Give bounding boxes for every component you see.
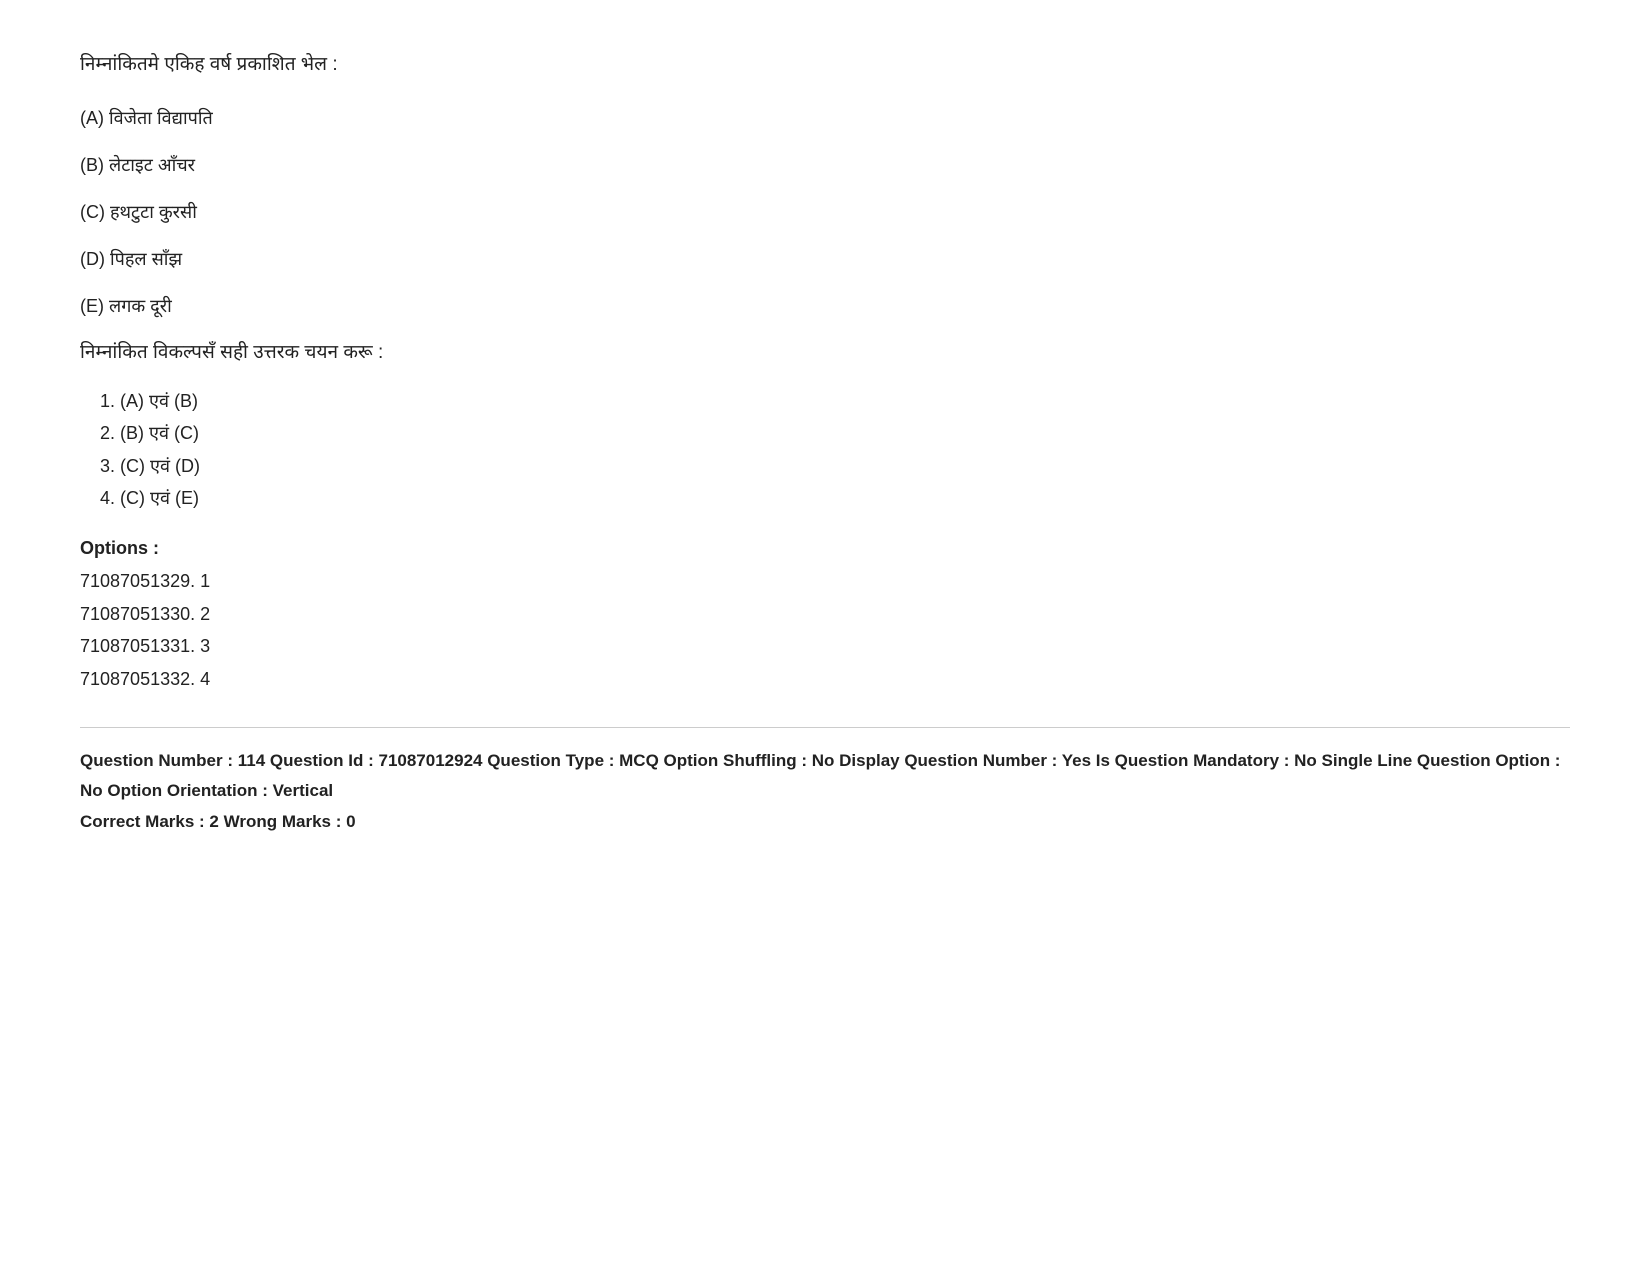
option-a: (A) विजेता विद्यापति (80, 104, 1570, 133)
numbered-option-1: 1. (A) एवं (B) (100, 385, 1570, 417)
option-d: (D) पिहल साँझ (80, 245, 1570, 274)
meta-line1: Question Number : 114 Question Id : 7108… (80, 746, 1570, 807)
meta-info-block: Question Number : 114 Question Id : 7108… (80, 727, 1570, 838)
numbered-option-4: 4. (C) एवं (E) (100, 482, 1570, 514)
sub-question-text: निम्नांकित विकल्पसँ सही उत्तरक चयन करू : (80, 338, 1570, 368)
numbered-option-2: 2. (B) एवं (C) (100, 417, 1570, 449)
option-b: (B) लेटाइट आँचर (80, 151, 1570, 180)
options-label: Options : (80, 538, 1570, 559)
answer-option-3: 71087051331. 3 (80, 630, 1570, 662)
marks-info: Correct Marks : 2 Wrong Marks : 0 (80, 807, 1570, 838)
answer-option-1: 71087051329. 1 (80, 565, 1570, 597)
option-e: (E) लगक दूरी (80, 292, 1570, 321)
question-container: निम्नांकितमे एकिह वर्ष प्रकाशित भेल : (A… (80, 50, 1570, 838)
numbered-options-list: 1. (A) एवं (B) 2. (B) एवं (C) 3. (C) एवं… (100, 385, 1570, 515)
question-main-text: निम्नांकितमे एकिह वर्ष प्रकाशित भेल : (80, 50, 1570, 80)
answer-option-4: 71087051332. 4 (80, 663, 1570, 695)
answer-option-2: 71087051330. 2 (80, 598, 1570, 630)
option-c: (C) हथटुटा कुरसी (80, 198, 1570, 227)
numbered-option-3: 3. (C) एवं (D) (100, 450, 1570, 482)
options-section: Options : 71087051329. 1 71087051330. 2 … (80, 538, 1570, 695)
